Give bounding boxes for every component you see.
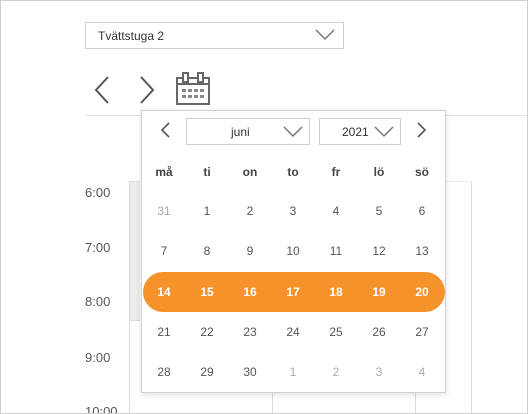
time-label: 6:00: [85, 185, 111, 200]
day-cell[interactable]: 20: [402, 272, 442, 312]
datepicker-popup: juni 2021 må ti on to fr lö sö 31 1 2 3 4 5 6 7 8 9 10 11…: [141, 110, 446, 393]
calendar-icon[interactable]: [175, 72, 211, 106]
day-cell[interactable]: 14: [144, 272, 184, 312]
day-cell[interactable]: 19: [359, 272, 399, 312]
day-cell[interactable]: 9: [230, 231, 270, 271]
day-cell[interactable]: 26: [359, 312, 399, 352]
day-cell[interactable]: 11: [316, 231, 356, 271]
day-cell[interactable]: 5: [359, 191, 399, 231]
weekday-label: fr: [331, 165, 341, 179]
prev-week-button[interactable]: [94, 75, 110, 105]
day-cell[interactable]: 13: [402, 231, 442, 271]
year-select-value: 2021: [342, 125, 369, 139]
year-select[interactable]: 2021: [319, 118, 401, 145]
prev-month-button[interactable]: [159, 121, 171, 139]
day-cell[interactable]: 1: [273, 352, 313, 392]
day-cell[interactable]: 31: [144, 191, 184, 231]
day-cell[interactable]: 17: [273, 272, 313, 312]
day-cell[interactable]: 2: [316, 352, 356, 392]
day-cell[interactable]: 28: [144, 352, 184, 392]
app-frame: Tvättstuga 2 6:00 7:00 8:00 9:00 10:00 j…: [0, 0, 528, 414]
weekday-label: on: [242, 165, 258, 179]
month-select[interactable]: juni: [186, 118, 310, 145]
next-month-button[interactable]: [416, 121, 428, 139]
room-select-value: Tvättstuga 2: [98, 29, 165, 43]
chevron-down-icon: [374, 126, 394, 138]
day-cell[interactable]: 15: [187, 272, 227, 312]
booked-slot: [129, 181, 140, 321]
day-cell[interactable]: 27: [402, 312, 442, 352]
day-cell[interactable]: 21: [144, 312, 184, 352]
schedule-column-line: [471, 181, 472, 413]
weekday-label: lö: [373, 165, 385, 179]
day-cell[interactable]: 4: [316, 191, 356, 231]
time-label: 7:00: [85, 240, 111, 255]
room-select[interactable]: Tvättstuga 2: [85, 22, 344, 49]
schedule-row-line: [446, 181, 472, 182]
day-cell[interactable]: 23: [230, 312, 270, 352]
day-cell[interactable]: 7: [144, 231, 184, 271]
day-cell[interactable]: 22: [187, 312, 227, 352]
time-label: 8:00: [85, 294, 111, 309]
day-cell[interactable]: 30: [230, 352, 270, 392]
day-cell[interactable]: 6: [402, 191, 442, 231]
day-cell[interactable]: 3: [359, 352, 399, 392]
day-cell[interactable]: 3: [273, 191, 313, 231]
day-cell[interactable]: 16: [230, 272, 270, 312]
day-cell[interactable]: 10: [273, 231, 313, 271]
day-cell[interactable]: 29: [187, 352, 227, 392]
chevron-down-icon: [283, 126, 303, 138]
day-cell[interactable]: 1: [187, 191, 227, 231]
day-cell[interactable]: 18: [316, 272, 356, 312]
day-cell[interactable]: 12: [359, 231, 399, 271]
day-cell[interactable]: 2: [230, 191, 270, 231]
weekday-label: ti: [203, 165, 211, 179]
next-week-button[interactable]: [139, 75, 155, 105]
weekday-label: to: [287, 165, 299, 179]
day-cell[interactable]: 4: [402, 352, 442, 392]
month-select-value: juni: [231, 125, 250, 139]
day-cell[interactable]: 25: [316, 312, 356, 352]
weekday-label: må: [155, 165, 173, 179]
day-cell[interactable]: 24: [273, 312, 313, 352]
day-cell[interactable]: 8: [187, 231, 227, 271]
chevron-down-icon: [315, 29, 335, 41]
time-label: 9:00: [85, 350, 111, 365]
time-label: 10:00: [85, 404, 118, 414]
weekday-label: sö: [414, 165, 429, 179]
